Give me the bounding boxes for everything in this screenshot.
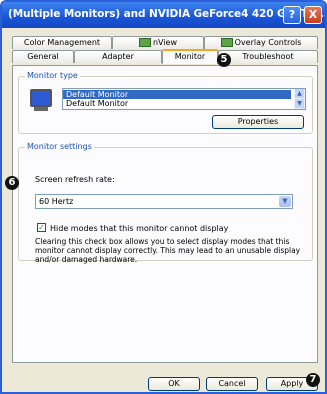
refresh-rate-label: Screen refresh rate: [35,175,115,184]
callout-marker-7: 7 [306,373,320,387]
tab-nview[interactable]: nView [112,36,204,49]
tab-label: Monitor [174,52,206,61]
monitor-list-scrollbar[interactable]: ▲ ▼ [294,89,305,109]
monitor-stand-icon [34,107,48,111]
tab-label: Troubleshoot [242,52,294,61]
description-line: Clearing this check box allows you to se… [35,237,290,246]
tab-label: Overlay Controls [234,38,302,47]
monitor-type-group: Monitor type Default Monitor Default Mon… [18,71,313,134]
tab-monitor[interactable]: Monitor [162,49,218,64]
properties-button[interactable]: Properties [212,115,304,129]
tab-label: nView [152,38,178,47]
refresh-rate-select[interactable]: 60 Hertz ▼ [35,194,293,209]
tab-general[interactable]: General [12,50,74,63]
tab-label: Adapter [102,52,134,61]
chevron-down-icon[interactable]: ▼ [279,196,291,207]
hide-modes-description: Clearing this check box allows you to se… [35,237,305,264]
hide-modes-label: Hide modes that this monitor cannot disp… [50,224,229,233]
hide-modes-checkbox[interactable]: ✓ [37,223,46,232]
tab-label: Color Management [23,38,101,47]
monitor-list[interactable]: Default Monitor Default Monitor ▲ ▼ [62,88,306,110]
nvidia-icon [220,38,233,47]
tab-overlay-controls[interactable]: Overlay Controls [204,36,318,49]
cancel-button[interactable]: Cancel [206,377,258,391]
refresh-rate-value: 60 Hertz [39,197,74,206]
nvidia-icon [138,38,151,47]
monitor-tab-panel: Monitor type Default Monitor Default Mon… [12,65,318,363]
monitor-settings-label: Monitor settings [25,142,94,151]
tab-adapter[interactable]: Adapter [74,50,162,63]
scroll-down-icon[interactable]: ▼ [295,99,304,108]
tab-label: General [27,52,59,61]
display-properties-dialog: (Multiple Monitors) and NVIDIA GeForce4 … [0,0,327,394]
tab-row-top: Color Management nView Overlay Controls [12,36,318,49]
tab-row-bottom: General Adapter Monitor Troubleshoot [12,49,318,64]
window-title: (Multiple Monitors) and NVIDIA GeForce4 … [8,8,327,20]
monitor-settings-group: Monitor settings Screen refresh rate: 60… [18,142,313,264]
tab-color-management[interactable]: Color Management [12,36,112,49]
ok-button[interactable]: OK [148,377,200,391]
description-line: monitor cannot display correctly. This m… [35,246,301,255]
close-button[interactable]: X [304,6,322,24]
callout-marker-5: 5 [217,53,231,67]
callout-marker-6: 6 [5,176,19,190]
title-bar[interactable]: (Multiple Monitors) and NVIDIA GeForce4 … [2,2,325,28]
scroll-up-icon[interactable]: ▲ [295,89,304,98]
tab-troubleshoot[interactable]: Troubleshoot [218,50,318,63]
help-button[interactable]: ? [283,6,301,24]
description-line: and/or damaged hardware. [35,255,138,264]
monitor-list-item[interactable]: Default Monitor [63,99,291,108]
monitor-list-item[interactable]: Default Monitor [63,90,291,99]
monitor-type-label: Monitor type [25,71,80,80]
monitor-icon [30,89,52,107]
